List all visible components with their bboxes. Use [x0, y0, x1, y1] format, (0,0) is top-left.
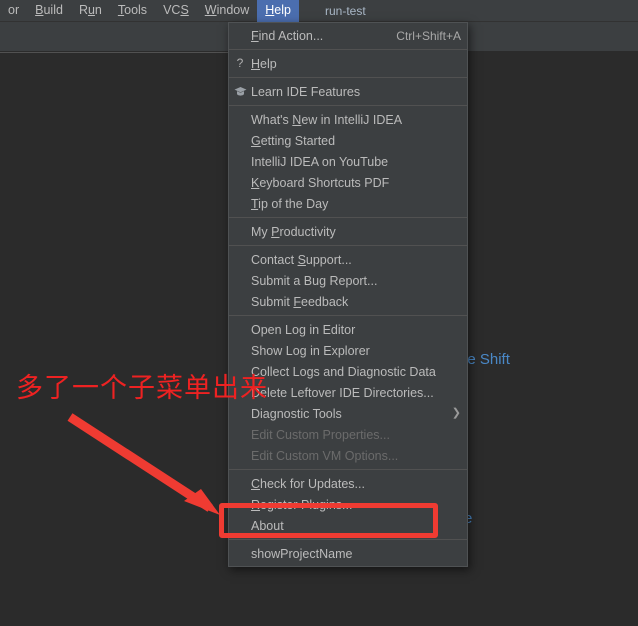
menu-item-getting-started[interactable]: Getting Started: [229, 130, 467, 151]
menubar-item-tools[interactable]: Tools: [110, 0, 155, 22]
menu-item-edit-custom-properties: Edit Custom Properties...: [229, 424, 467, 445]
project-name-label: run-test: [324, 3, 366, 18]
menu-item-label: Collect Logs and Diagnostic Data: [251, 364, 436, 379]
menu-item-check-for-updates[interactable]: Check for Updates...: [229, 473, 467, 494]
menu-bar: or Build Run Tools VCS Window Help run-t…: [0, 0, 638, 22]
menubar-item-window[interactable]: Window: [197, 0, 257, 22]
graduation-cap-icon: [229, 86, 251, 97]
menu-item-label: Show Log in Explorer: [251, 343, 370, 358]
menu-item-help[interactable]: ? Help: [229, 53, 467, 74]
menu-separator: [229, 315, 467, 316]
menubar-item-refactor[interactable]: or: [0, 0, 27, 22]
menu-separator: [229, 245, 467, 246]
menu-item-keyboard-shortcuts-pdf[interactable]: Keyboard Shortcuts PDF: [229, 172, 467, 193]
menu-item-label: Delete Leftover IDE Directories...: [251, 385, 434, 400]
menubar-item-label: ools: [124, 2, 148, 17]
menu-item-learn-ide-features[interactable]: Learn IDE Features: [229, 81, 467, 102]
menubar-item-label: or: [8, 2, 20, 17]
question-mark-icon: ?: [236, 56, 244, 70]
menu-separator: [229, 105, 467, 106]
toolbar-divider: [0, 52, 230, 53]
menu-separator: [229, 539, 467, 540]
annotation-text: 多了一个子菜单出来: [16, 373, 268, 404]
menu-item-diagnostic-tools[interactable]: Diagnostic Tools ❯: [229, 403, 467, 424]
menu-item-show-project-name[interactable]: showProjectName: [229, 543, 467, 564]
help-dropdown-menu: Find Action... Ctrl+Shift+A ? Help Learn…: [228, 22, 468, 567]
menu-item-show-log-in-explorer[interactable]: Show Log in Explorer: [229, 340, 467, 361]
menu-item-contact-support[interactable]: Contact Support...: [229, 249, 467, 270]
menu-item-label: IntelliJ IDEA on YouTube: [251, 154, 389, 169]
menu-item-tip-of-the-day[interactable]: Tip of the Day: [229, 193, 467, 214]
menu-item-submit-feedback[interactable]: Submit Feedback: [229, 291, 467, 312]
menubar-item-vcs[interactable]: VCS: [155, 0, 197, 22]
menu-separator: [229, 217, 467, 218]
menubar-item-run[interactable]: Run: [71, 0, 110, 22]
background-hint-shift: le Shift: [464, 351, 510, 368]
menu-separator: [229, 49, 467, 50]
menubar-item-build[interactable]: Build: [27, 0, 71, 22]
menu-item-submit-bug-report[interactable]: Submit a Bug Report...: [229, 270, 467, 291]
menu-separator: [229, 469, 467, 470]
menu-separator: [229, 77, 467, 78]
menu-item-label: Open Log in Editor: [251, 322, 356, 337]
menubar-item-help[interactable]: Help: [257, 0, 299, 22]
menu-item-open-log-in-editor[interactable]: Open Log in Editor: [229, 319, 467, 340]
menubar-item-label: indow: [216, 2, 250, 17]
menu-item-my-productivity[interactable]: My Productivity: [229, 221, 467, 242]
annotation-arrow-icon: [67, 413, 220, 515]
chevron-right-icon: ❯: [451, 407, 461, 419]
menu-item-label: Edit Custom Properties...: [251, 427, 390, 442]
menubar-item-label: uild: [43, 2, 63, 17]
menu-shortcut: Ctrl+Shift+A: [396, 28, 461, 43]
annotation-highlight-box: [219, 503, 438, 538]
menu-item-label: showProjectName: [251, 546, 353, 561]
menu-item-whats-new[interactable]: What's New in IntelliJ IDEA: [229, 109, 467, 130]
menu-item-youtube[interactable]: IntelliJ IDEA on YouTube: [229, 151, 467, 172]
menu-item-label: Edit Custom VM Options...: [251, 448, 399, 463]
menu-item-label: Submit a Bug Report...: [251, 273, 378, 288]
menu-item-edit-custom-vm-options: Edit Custom VM Options...: [229, 445, 467, 466]
menu-item-find-action[interactable]: Find Action... Ctrl+Shift+A: [229, 25, 467, 46]
menubar-item-label: elp: [274, 2, 291, 17]
menu-item-label: Diagnostic Tools: [251, 406, 342, 421]
menubar-item-label: n: [94, 2, 102, 17]
